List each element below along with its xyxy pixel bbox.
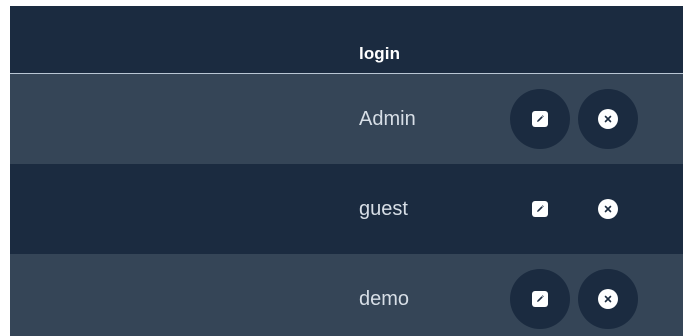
users-table: login Admin guest demo — [10, 6, 683, 336]
edit-icon — [532, 201, 548, 217]
edit-button[interactable] — [510, 89, 570, 149]
edit-button[interactable] — [510, 269, 570, 329]
delete-button[interactable] — [578, 89, 638, 149]
login-cell: Admin — [359, 108, 416, 130]
delete-icon — [598, 289, 618, 309]
login-cell: demo — [359, 288, 410, 310]
delete-button[interactable] — [578, 179, 638, 239]
table-header: login — [10, 6, 683, 74]
edit-icon — [532, 291, 548, 307]
edit-icon — [532, 111, 548, 127]
login-cell: guest — [359, 198, 408, 220]
delete-icon — [598, 199, 618, 219]
delete-button[interactable] — [578, 269, 638, 329]
edit-button[interactable] — [510, 179, 570, 239]
delete-icon — [598, 109, 618, 129]
column-header-login[interactable]: login — [359, 44, 400, 64]
table-row: demo — [10, 254, 683, 336]
table-row: Admin — [10, 74, 683, 164]
table-row: guest — [10, 164, 683, 254]
